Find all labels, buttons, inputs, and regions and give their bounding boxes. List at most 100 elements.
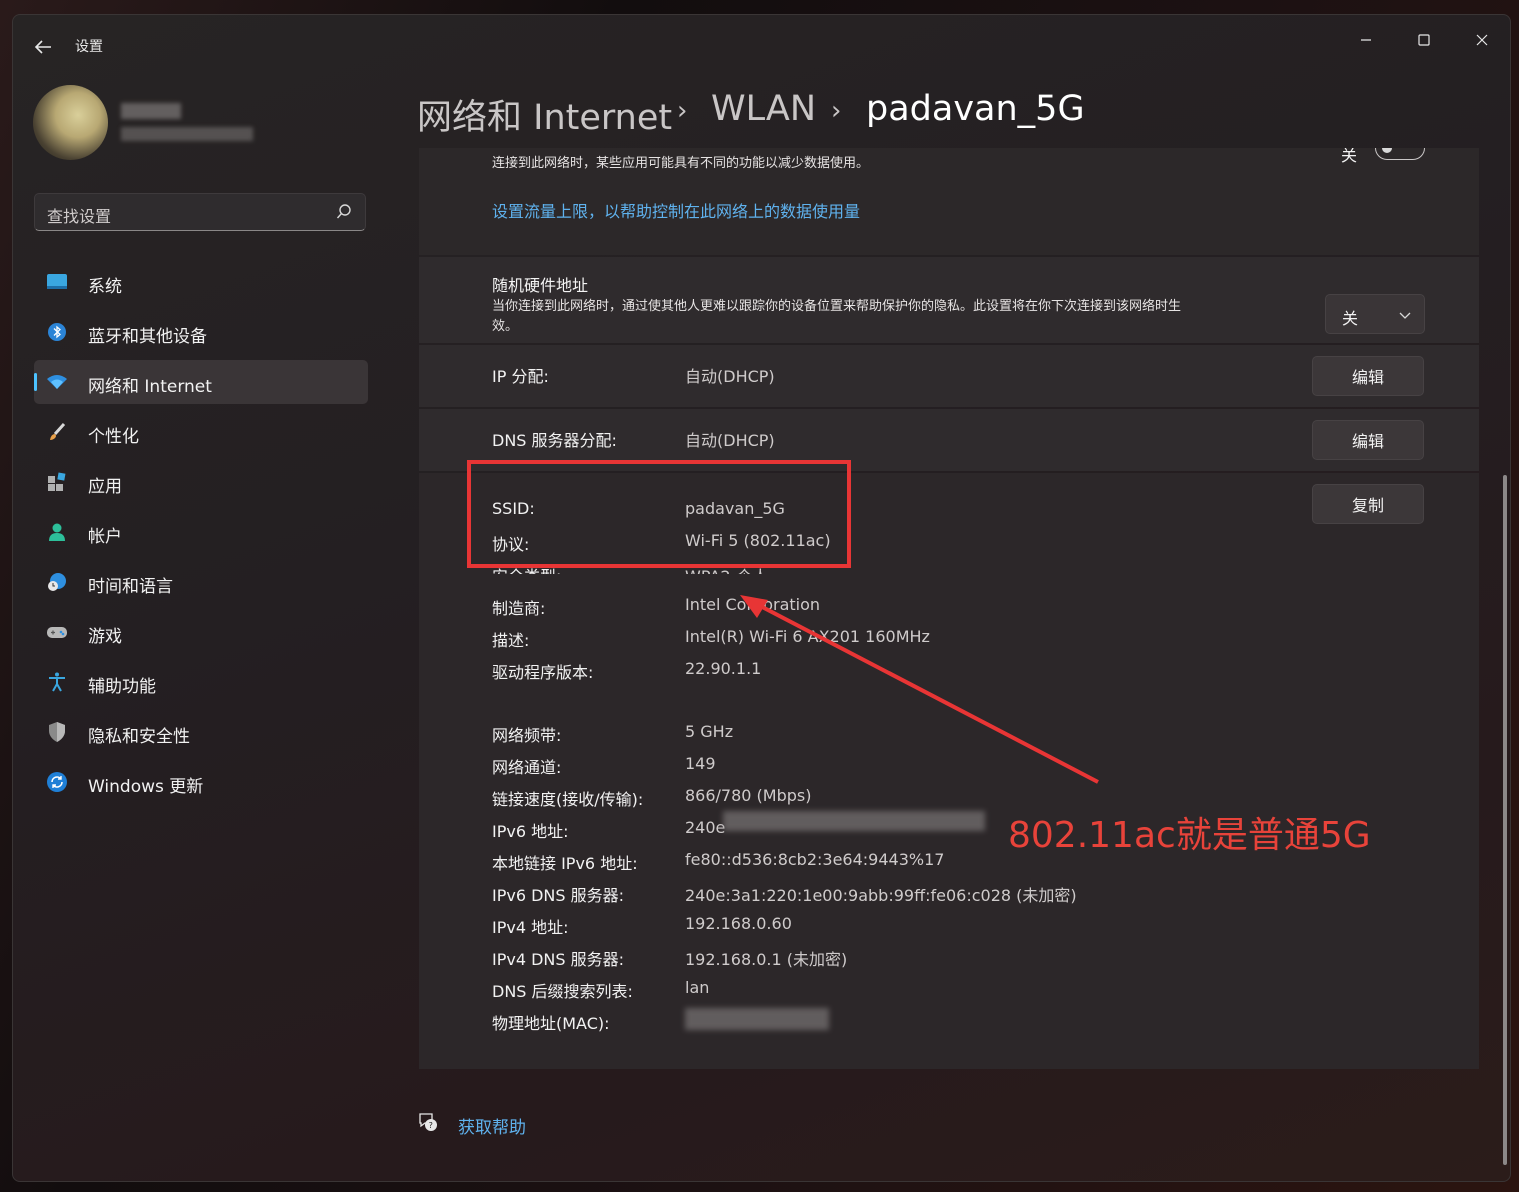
ip-assignment-card: IP 分配: 自动(DHCP) 编辑 [419,345,1479,407]
back-arrow-icon[interactable] [31,35,55,59]
scrollbar[interactable] [1503,475,1507,1165]
search-placeholder: 查找设置 [47,207,112,226]
dns-suffix-value: lan [685,978,710,997]
sidebar-item-apps[interactable]: 应用 [34,460,368,504]
brush-icon [46,421,68,443]
redacted-mac-address [685,1008,829,1030]
random-mac-dropdown[interactable]: 关 [1325,294,1425,334]
random-mac-card: 随机硬件地址 当你连接到此网络时，通过使其他人更难以跟踪你的设备位置来帮助保护你… [419,257,1479,343]
edit-ip-button[interactable]: 编辑 [1312,356,1424,396]
sidebar-item-windows-update[interactable]: Windows 更新 [34,760,368,804]
link-speed-label: 链接速度(接收/传输): [492,790,644,809]
ip-assignment-label: IP 分配: [492,367,549,386]
sidebar-item-time-language[interactable]: 时间和语言 [34,560,368,604]
redacted-user-name [121,103,181,119]
redacted-user-email [121,127,253,141]
metered-toggle[interactable] [1375,148,1425,160]
ipv6-address-value: 240e [685,818,726,837]
accessibility-icon [46,671,68,693]
sidebar-item-system[interactable]: 系统 [34,260,368,304]
avatar [33,85,108,160]
description-label: 描述: [492,631,530,650]
sidebar-item-label: 系统 [88,277,122,297]
wifi-icon [46,371,68,393]
sidebar-item-gaming[interactable]: 游戏 [34,610,368,654]
random-mac-description-2: 效。 [492,319,519,334]
sidebar-item-label: 个性化 [88,427,139,447]
manufacturer-label: 制造商: [492,599,546,618]
bluetooth-icon [46,321,68,343]
get-help-link[interactable]: 获取帮助 [458,1113,526,1138]
link-local-ipv6-label: 本地链接 IPv6 地址: [492,854,638,873]
breadcrumb-wlan[interactable]: WLAN [711,89,816,129]
sidebar-item-label: 应用 [88,477,122,497]
driver-version-value: 22.90.1.1 [685,659,762,678]
edit-dns-button[interactable]: 编辑 [1312,420,1424,460]
metered-connection-card: 连接到此网络时，某些应用可能具有不同的功能以减少数据使用。 关 设置流量上限，以… [419,148,1479,255]
sidebar-item-label: 时间和语言 [88,577,173,597]
redacted-ipv6-address [723,811,985,831]
gamepad-icon [46,621,68,643]
breadcrumb-network[interactable]: 网络和 Internet [417,89,672,140]
ipv4-dns-label: IPv4 DNS 服务器: [492,950,625,969]
mac-address-label: 物理地址(MAC): [492,1014,610,1033]
manufacturer-value: Intel Corporation [685,595,821,614]
shield-icon [46,721,68,743]
content-pane: 连接到此网络时，某些应用可能具有不同的功能以减少数据使用。 关 设置流量上限，以… [419,148,1481,1069]
link-local-ipv6-value: fe80::d536:8cb2:3e64:9443%17 [685,850,945,869]
sidebar-item-personalization[interactable]: 个性化 [34,410,368,454]
sidebar-item-label: 蓝牙和其他设备 [88,327,207,347]
ipv4-dns-value: 192.168.0.1 (未加密) [685,950,848,969]
search-input[interactable]: 查找设置 [34,193,366,231]
ipv4-address-value: 192.168.0.60 [685,914,792,933]
sidebar-item-label: 帐户 [88,527,122,547]
sidebar-nav: 系统 蓝牙和其他设备 网络和 Internet 个性化 应用 帐户 时间和语言 … [34,260,368,810]
chevron-down-icon [1398,307,1412,321]
metered-description: 连接到此网络时，某些应用可能具有不同的功能以减少数据使用。 [492,156,870,171]
description-value: Intel(R) Wi-Fi 6 AX201 160MHz [685,627,930,646]
page-title: padavan_5G [866,89,1085,129]
network-channel-label: 网络通道: [492,758,562,777]
random-mac-dropdown-value: 关 [1342,309,1359,328]
sidebar-item-label: Windows 更新 [88,777,204,797]
link-speed-value: 866/780 (Mbps) [685,786,812,805]
data-limit-link[interactable]: 设置流量上限，以帮助控制在此网络上的数据使用量 [492,198,860,222]
ipv4-address-label: IPv4 地址: [492,918,569,937]
app-title: 设置 [75,39,103,55]
breadcrumb-separator: › [831,96,842,126]
ip-assignment-value: 自动(DHCP) [685,367,775,386]
minimize-icon[interactable] [1343,25,1389,55]
sidebar-item-bluetooth[interactable]: 蓝牙和其他设备 [34,310,368,354]
random-mac-title: 随机硬件地址 [492,276,589,295]
title-bar: 设置 [13,15,1510,77]
network-band-label: 网络频带: [492,726,562,745]
annotation-highlight-box [467,460,851,568]
ipv6-address-label: IPv6 地址: [492,822,569,841]
sidebar-item-network[interactable]: 网络和 Internet [34,360,368,404]
sidebar-item-privacy[interactable]: 隐私和安全性 [34,710,368,754]
dns-assignment-value: 自动(DHCP) [685,431,775,450]
ipv6-dns-label: IPv6 DNS 服务器: [492,886,625,905]
monitor-icon [46,271,68,293]
dns-assignment-label: DNS 服务器分配: [492,431,617,450]
metered-toggle-state: 关 [1341,148,1358,165]
update-icon [46,771,68,793]
close-icon[interactable] [1459,25,1505,55]
network-band-value: 5 GHz [685,722,734,741]
settings-window: 设置 查找设置 系统 蓝牙和其他设备 网络和 Internet 个性化 应用 帐… [12,14,1511,1182]
maximize-icon[interactable] [1401,25,1447,55]
copy-button[interactable]: 复制 [1312,484,1424,524]
ipv6-dns-value: 240e:3a1:220:1e00:9abb:99ff:fe06:c028 (未… [685,886,1077,905]
sidebar-item-label: 隐私和安全性 [88,727,190,747]
annotation-text: 802.11ac就是普通5G [1008,815,1371,856]
search-icon[interactable] [335,203,353,221]
sidebar-item-accounts[interactable]: 帐户 [34,510,368,554]
sidebar-item-accessibility[interactable]: 辅助功能 [34,660,368,704]
breadcrumb-separator: › [677,96,688,126]
sidebar-item-label: 辅助功能 [88,677,156,697]
person-icon [46,521,68,543]
sidebar-item-label: 游戏 [88,627,122,647]
sidebar-item-label: 网络和 Internet [88,377,212,397]
network-channel-value: 149 [685,754,716,773]
help-chat-icon: ? [417,1111,439,1133]
